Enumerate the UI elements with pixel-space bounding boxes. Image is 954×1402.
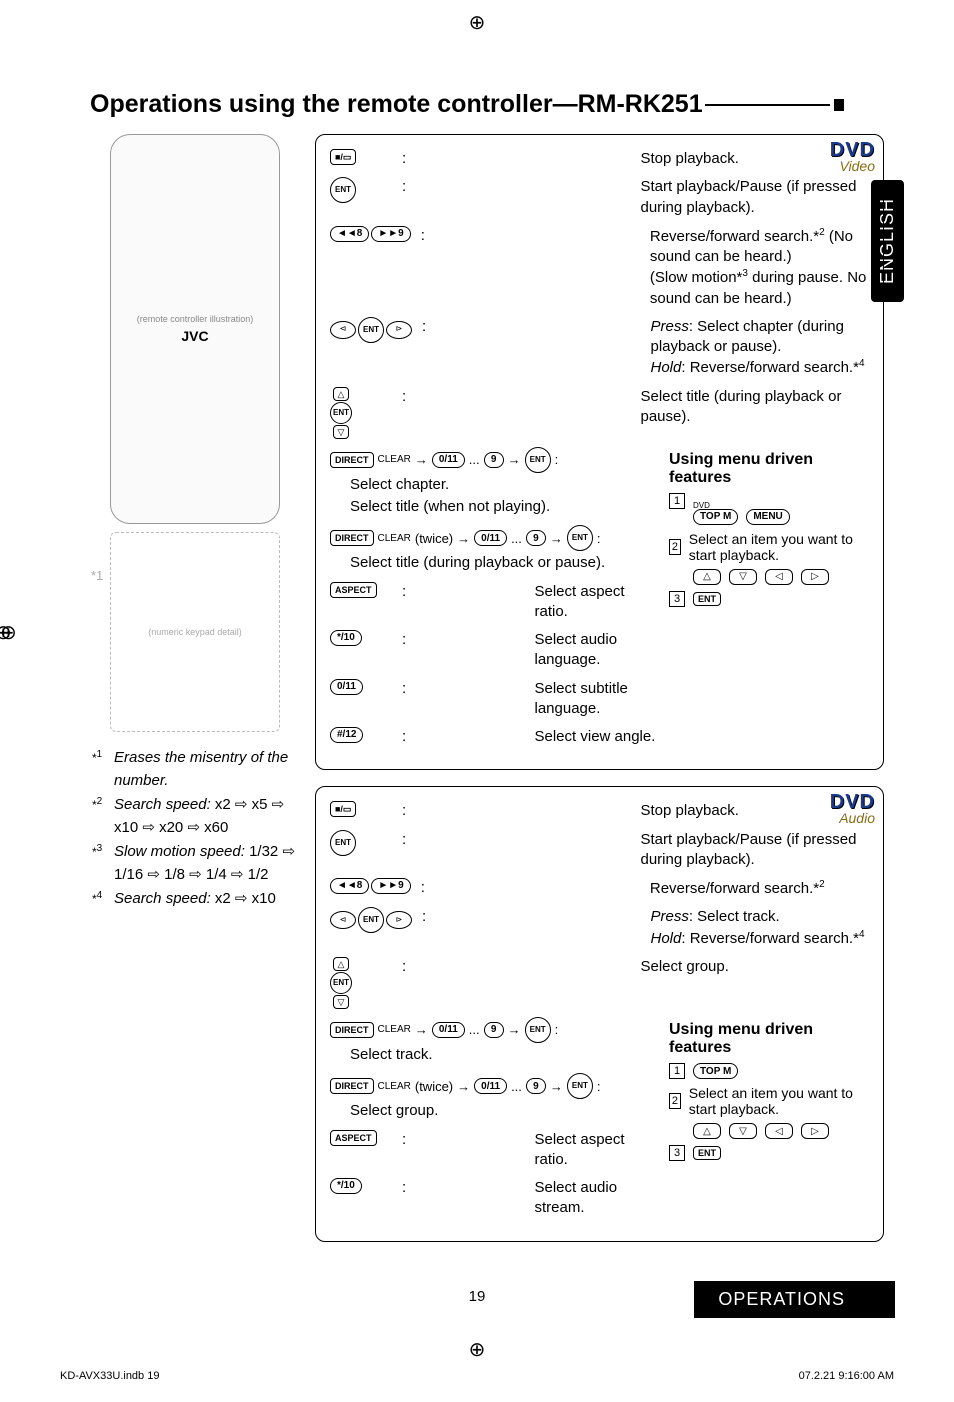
badge-dvd-audio: DVD Audio	[830, 791, 875, 826]
ent-button-icon: ENT	[330, 177, 356, 203]
row-select-title: △ ENT ▽ Select title (during playback or…	[330, 387, 869, 439]
row-aspect: ASPECT Select aspect ratio.	[330, 582, 657, 623]
brand-label: JVC	[181, 328, 208, 344]
menu-step-2: 2 Select an item you want to start playb…	[669, 531, 869, 563]
right-column: DVD Video ■/▭ Stop playback. ENT Start p…	[315, 134, 884, 1258]
band-back-icon2: ■/▭	[330, 801, 356, 817]
left-icon: ⊲	[330, 321, 356, 339]
panel-dvd-video: DVD Video ■/▭ Stop playback. ENT Start p…	[315, 134, 884, 770]
file-timestamp: 07.2.21 9:16:00 AM	[799, 1370, 894, 1382]
row-audio-stream: */10 Select audio stream.	[330, 1178, 657, 1219]
audio-menu-step-3: 3 ENT	[669, 1145, 869, 1161]
ent-icon2: ENT	[330, 830, 356, 856]
direct-icon2: DIRECT	[330, 530, 374, 546]
row-audio-direct-group: DIRECT CLEAR (twice) → 0/11 ... 9 → ENT …	[330, 1073, 657, 1121]
footnote-3: *3 Slow motion speed: 1/32 ⇨ 1/16 ⇨ 1/8 …	[92, 841, 300, 886]
fwd-icon: ►►9	[371, 226, 410, 242]
menu-title: Using menu driven features	[669, 451, 869, 487]
footer-file-info: KD-AVX33U.indb 19 07.2.21 9:16:00 AM	[30, 1370, 924, 1382]
topm-icon2: TOP M	[693, 1063, 738, 1079]
menu-icon: MENU	[746, 509, 789, 525]
section-label: OPERATIONS	[694, 1281, 895, 1318]
angle-icon: #/12	[330, 727, 363, 743]
ent-step-icon: ENT	[693, 592, 721, 606]
topm-icon: TOP M	[693, 509, 738, 525]
audio-menu-step-2: 2 Select an item you want to start playb…	[669, 1085, 869, 1117]
row-subtitle-lang: 0/11 Select subtitle language.	[330, 679, 657, 720]
rev-icon: ◄◄8	[330, 226, 369, 242]
updown-icon: △ ENT ▽	[330, 387, 352, 439]
row-audio-aspect: ASPECT Select aspect ratio.	[330, 1130, 657, 1171]
panel-dvd-audio: DVD Audio ■/▭ Stop playback. ENT Start p…	[315, 786, 884, 1241]
row-direct-twice: DIRECT CLEAR (twice) → 0/11 ... 9 → ENT …	[330, 525, 657, 573]
ent-center-icon: ENT	[358, 317, 384, 343]
row-direct-chapter: DIRECT CLEAR → 0/11 ... 9 → ENT : Select…	[330, 447, 657, 518]
row-audio-presshold: ⊲ENT⊳ Press: Select track.Hold: Reverse/…	[330, 907, 869, 949]
remote-illustration: (remote controller illustration) JVC	[110, 134, 280, 524]
file-id: KD-AVX33U.indb 19	[60, 1370, 159, 1382]
row-play-pause: ENT Start playback/Pause (if pressed dur…	[330, 177, 869, 218]
menu-title-audio: Using menu driven features	[669, 1021, 869, 1057]
right-arrow-icon: ▷	[801, 569, 829, 585]
menu-step-3: 3 ENT	[669, 591, 869, 607]
main-layout: (remote controller illustration) JVC *1 …	[30, 134, 924, 1258]
registration-mark-top: ⊕	[0, 10, 954, 35]
page-title: Operations using the remote controller—R…	[90, 90, 924, 119]
menu-step-1: 1 DVD	[669, 493, 869, 509]
audio-menu-features: Using menu driven features 1 TOP M 2 Sel…	[669, 1021, 869, 1227]
right-icon: ⊳	[386, 321, 412, 339]
row-audio-play: ENT Start playback/Pause (if pressed dur…	[330, 830, 869, 871]
row-audio-lang: */10 Select audio language.	[330, 630, 657, 671]
row-audio-direct-track: DIRECT CLEAR → 0/11 ... 9 → ENT : Select…	[330, 1017, 657, 1065]
row-audio-group: △ ENT ▽ Select group.	[330, 957, 869, 1009]
footnote-2: *2 Search speed: x2 ⇨ x5 ⇨ x10 ⇨ x20 ⇨ x…	[92, 794, 300, 839]
num0-icon: 0/11	[432, 452, 465, 468]
subtitle-icon: 0/11	[330, 679, 363, 695]
row-audio-revfwd: ◄◄8 ►►9 Reverse/forward search.*2	[330, 878, 869, 899]
row-audio-stop: ■/▭ Stop playback.	[330, 801, 869, 821]
row-stop: ■/▭ Stop playback.	[330, 149, 869, 169]
rev-icon2: ◄◄8	[330, 878, 369, 894]
num9-icon: 9	[484, 452, 504, 468]
up-arrow-icon: △	[693, 569, 721, 585]
ent-seq-icon: ENT	[525, 447, 551, 473]
left-arrow-icon: ◁	[765, 569, 793, 585]
row-view-angle: #/12 Select view angle.	[330, 727, 657, 747]
badge-dvd-video: DVD Video	[830, 139, 875, 174]
fwd-icon2: ►►9	[371, 878, 410, 894]
row-rev-fwd: ◄◄8 ►►9 Reverse/forward search.*2 (No so…	[330, 226, 869, 309]
down-arrow-icon: ▽	[729, 569, 757, 585]
star1-ref: *1	[91, 568, 103, 583]
audio-lang-icon: */10	[330, 630, 362, 646]
row-press-hold-chapter: ⊲ENT⊳ Press: Select chapter (during play…	[330, 317, 869, 379]
left-column: (remote controller illustration) JVC *1 …	[90, 134, 300, 1258]
direct-icon: DIRECT	[330, 452, 374, 468]
footnote-1: *1 Erases the misentry of the number.	[92, 747, 300, 792]
band-back-icon: ■/▭	[330, 149, 356, 165]
aspect-icon: ASPECT	[330, 582, 377, 598]
registration-mark-bottom: ⊕	[0, 1337, 954, 1362]
audio-menu-step-1: 1 TOP M	[669, 1063, 869, 1079]
remote-keypad-illustration: *1 (numeric keypad detail)	[110, 532, 280, 732]
footnote-4: *4 Search speed: x2 ⇨ x10	[92, 888, 300, 911]
video-menu-features: Using menu driven features 1 DVD TOP M M…	[669, 451, 869, 756]
footnotes: *1 Erases the misentry of the number. *2…	[90, 747, 300, 911]
